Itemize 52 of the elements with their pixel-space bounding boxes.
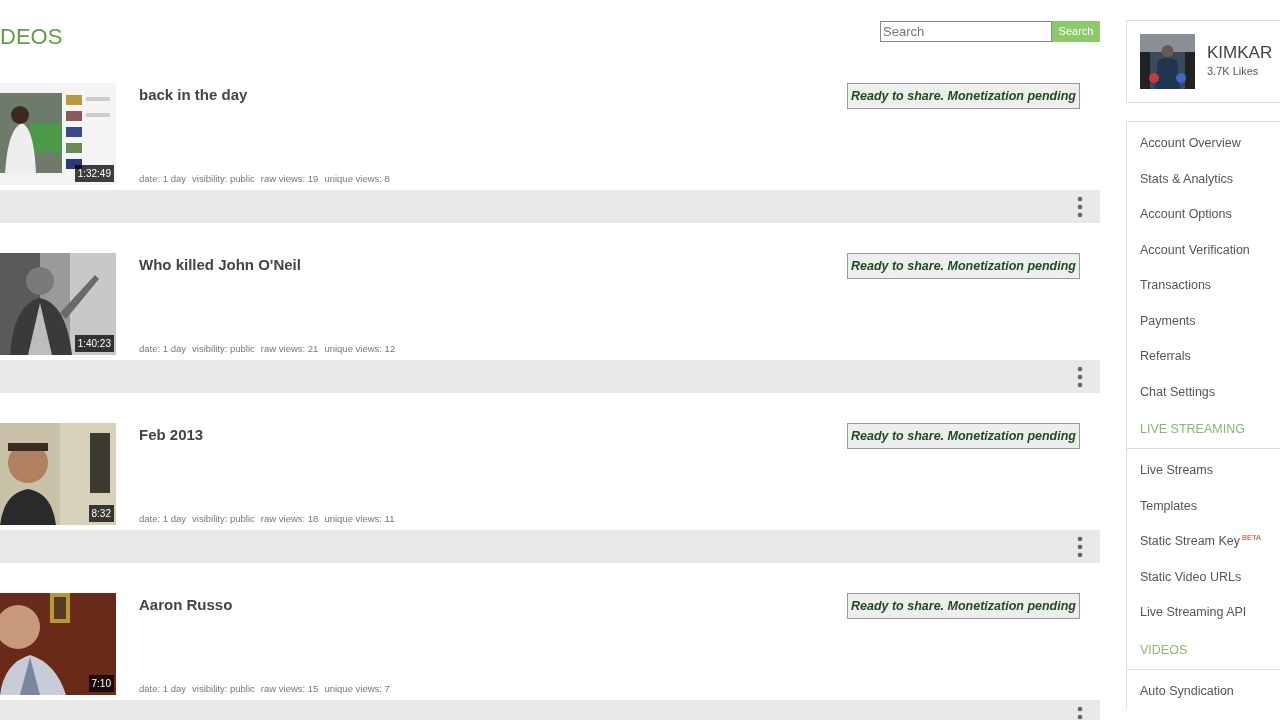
video-title[interactable]: Feb 2013 [139,424,204,447]
sidebar-item[interactable]: Account Options [1127,197,1280,233]
video-title[interactable]: Who killed John O'Neil [139,254,301,277]
sidebar-item[interactable]: Static Video URLs [1127,559,1280,595]
section-heading: LIVE STREAMING [1127,410,1280,449]
status-label: Ready to share. Monetization pending [846,83,1080,109]
visibility-label: visibility: public [192,681,255,696]
sidebar-item[interactable]: Live Streaming API [1127,595,1280,631]
sidebar-item[interactable]: Stats & Analytics [1127,161,1280,197]
search-field[interactable]: Search [880,21,1052,42]
sidebar-item[interactable]: Account Verification [1127,232,1280,268]
date-label: date: 1 day [139,511,186,526]
duration-label: 1:40:23 [74,335,114,352]
section-heading: VIDEOS [1127,630,1280,670]
date-label: date: 1 day [139,171,186,186]
raw-views-label: raw views: 18 [260,511,319,526]
sidebar-item[interactable]: Referrals [1127,339,1280,375]
date-label: date: 1 day [139,341,186,356]
unique-views-label: unique views: 7 [324,681,390,696]
raw-views-label: raw views: 21 [260,341,319,356]
visibility-label: visibility: public [192,341,255,356]
sidebar-item[interactable]: Payments [1127,303,1280,339]
channel-name: KIMKAR [1207,43,1273,64]
unique-views-label: unique views: 12 [324,341,396,356]
video-thumbnail[interactable]: 7:10 [0,593,116,695]
sidebar-item[interactable]: Account Overview [1127,126,1280,162]
duration-label: 8:32 [88,505,114,522]
status-label: Ready to share. Monetization pending [846,593,1080,619]
raw-views-label: raw views: 19 [260,171,319,186]
sidebar-item[interactable]: Transactions [1127,268,1280,304]
visibility-label: visibility: public [192,511,255,526]
video-thumbnail[interactable]: 1:32:49 [0,83,116,185]
status-label: Ready to share. Monetization pending [846,423,1080,449]
sidebar-item[interactable]: Live Streams [1127,453,1280,489]
duration-label: 7:10 [88,675,114,692]
visibility-label: visibility: public [192,171,255,186]
video-thumbnail[interactable]: 1:40:23 [0,253,116,355]
duration-label: 1:32:49 [74,165,114,182]
sidebar-item[interactable]: Static Stream Key $^{BETA}$ [1127,524,1280,560]
unique-views-label: unique views: 8 [324,171,390,186]
video-title[interactable]: Aaron Russo [139,594,233,617]
video-thumbnail[interactable]: 8:32 [0,423,116,525]
page-title: DEOS [0,25,63,49]
sidebar-item[interactable]: Chat Settings [1127,374,1280,410]
date-label: date: 1 day [139,681,186,696]
video-title[interactable]: back in the day [139,84,248,107]
likes-count: 3.7K Likes [1207,64,1260,80]
sidebar-item[interactable]: Auto Syndication [1127,673,1280,709]
sidebar-item[interactable]: Templates [1127,488,1280,524]
status-label: Ready to share. Monetization pending [846,253,1080,279]
unique-views-label: unique views: 11 [324,511,395,526]
raw-views-label: raw views: 15 [260,681,319,696]
